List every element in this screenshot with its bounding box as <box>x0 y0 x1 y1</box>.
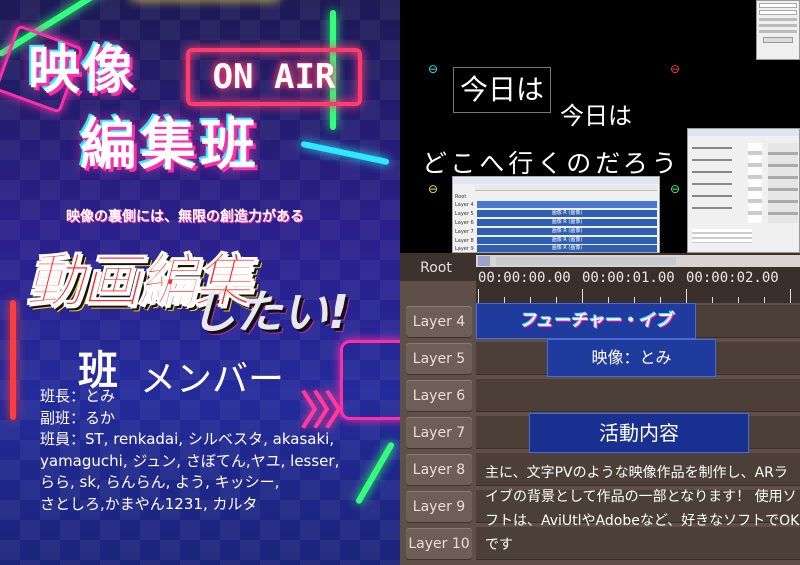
timeline-lane[interactable] <box>476 379 800 412</box>
poster-title-line1: 映像 <box>28 41 137 101</box>
headline-part2: したい! <box>190 285 349 339</box>
clip-activity-heading[interactable]: 活動内容 <box>529 413 749 453</box>
mini-row-label: Layer 7 <box>455 229 474 235</box>
members-line: 班長：とみ <box>40 387 116 405</box>
layer-label-9[interactable]: Layer 9 <box>406 491 472 523</box>
members-line: 班員：ST, renkadai, シルベスタ, akasaki, <box>40 430 335 448</box>
mini-clip[interactable] <box>477 201 657 208</box>
root-button[interactable]: Root <box>408 257 464 279</box>
ruler-tick <box>686 289 687 303</box>
mini-clip[interactable]: 画像 R (画像) <box>477 228 657 235</box>
mini-clip[interactable]: 画像 R (画像) <box>477 237 657 244</box>
neon-line-red <box>10 300 16 420</box>
horizontal-scrollbar[interactable] <box>476 255 800 267</box>
ruler-tick <box>712 297 713 303</box>
mini-row-label: Layer 6 <box>455 220 474 226</box>
clip-title[interactable]: フューチャー・イブ <box>476 303 696 339</box>
onair-sign: ON AIR <box>186 48 362 106</box>
poster-title-line2: 編集班 <box>80 113 260 178</box>
ruler-tick <box>790 289 791 303</box>
ruler-tick <box>582 289 583 303</box>
mini-clip[interactable]: 画像 R (画像) <box>477 210 657 217</box>
members-line: らら, sk, らんらん, よう, キッシー, <box>40 473 280 491</box>
layer-label-6[interactable]: Layer 6 <box>406 380 472 412</box>
mini-row-label: Layer 4 <box>455 202 474 208</box>
ruler-tick <box>764 297 765 303</box>
mini-row-label: Layer 9 <box>455 246 474 252</box>
subtitle-text: 今日は <box>560 102 632 130</box>
mini-row: Layer 5 画像 R (画像) <box>455 210 659 218</box>
settings-dialog[interactable] <box>756 0 800 60</box>
mini-row: Layer 9 画像 R (画像) <box>455 245 659 253</box>
poster-tagline: 映像の裏側には、無限の創造力がある <box>66 209 304 225</box>
time-ruler[interactable]: 00:00:00.00 00:00:01.00 00:00:02.00 <box>476 267 800 303</box>
mini-row: Layer 6 画像 R (画像) <box>455 219 659 227</box>
scroll-thumb[interactable] <box>496 257 676 265</box>
ruler-time-label: 00:00:00.00 <box>478 270 571 286</box>
mini-timeline-window: Root Layer 4 Layer 5 画像 R (画像) Layer 6 画… <box>452 176 660 253</box>
neon-line-cyan <box>300 140 390 166</box>
members-line: 副班：るか <box>40 408 116 427</box>
recruitment-poster: 映像 ON AIR 編集班 映像の裏側には、無限の創造力がある 動画編集 したい… <box>0 0 400 565</box>
mini-clip[interactable]: 画像 R (画像) <box>477 245 657 252</box>
activity-description: 主に、文字PVのような映像作品を制作し、ARライブの背景として作品の一部となりま… <box>485 465 800 553</box>
editor-preview-screenshot: ⊖ ⊖ ⊖ ⊖ 今日は 今日は どこへ行くのだろう Root Layer 4 L… <box>400 0 800 253</box>
mini-row: Layer 7 画像 R (画像) <box>455 228 659 236</box>
layer-label-8[interactable]: Layer 8 <box>406 454 472 486</box>
ruler-tick <box>478 289 479 303</box>
scroll-left-arrow-icon[interactable] <box>478 256 490 266</box>
ruler-time-label: 00:00:02.00 <box>686 270 779 286</box>
mini-row-label: Root <box>455 194 467 200</box>
members-list: 班長：とみ 副班：るか 班員：ST, renkadai, シルベスタ, akas… <box>40 386 396 515</box>
target-marker-icon: ⊖ <box>428 182 439 196</box>
target-marker-icon: ⊖ <box>670 62 681 76</box>
layer-label-4[interactable]: Layer 4 <box>406 306 472 338</box>
mini-row: Root <box>455 193 659 201</box>
layer-label-10[interactable]: Layer 10 <box>406 528 472 560</box>
mini-row-label: Layer 5 <box>455 211 474 217</box>
mini-row: Layer 8 画像 R (画像) <box>455 237 659 245</box>
mini-row-label: Layer 8 <box>455 238 474 244</box>
timeline-panel: Root 00:00:00.00 00:00:01.00 00:00:02.00… <box>400 253 800 565</box>
clip-credit[interactable]: 映像：とみ <box>547 339 716 377</box>
layer-label-7[interactable]: Layer 7 <box>406 417 472 449</box>
mini-row: Layer 4 <box>455 201 659 209</box>
layer-label-5[interactable]: Layer 5 <box>406 343 472 375</box>
members-line: さとしろ,かまやん1231, カルタ <box>40 494 258 513</box>
mini-clip[interactable]: 画像 R (画像) <box>477 219 657 226</box>
ruler-tick <box>738 297 739 303</box>
subtitle-text-line2: どこへ行くのだろう <box>422 149 681 178</box>
target-marker-icon: ⊖ <box>670 182 681 196</box>
members-line: yamaguchi, ジュン, さぼてん,ヤユ, lesser, <box>40 451 340 470</box>
subtitle-box[interactable]: 今日は <box>453 67 551 113</box>
target-marker-icon: ⊖ <box>428 62 439 76</box>
ruler-time-label: 00:00:01.00 <box>582 270 675 286</box>
object-properties-dialog[interactable] <box>687 128 800 253</box>
